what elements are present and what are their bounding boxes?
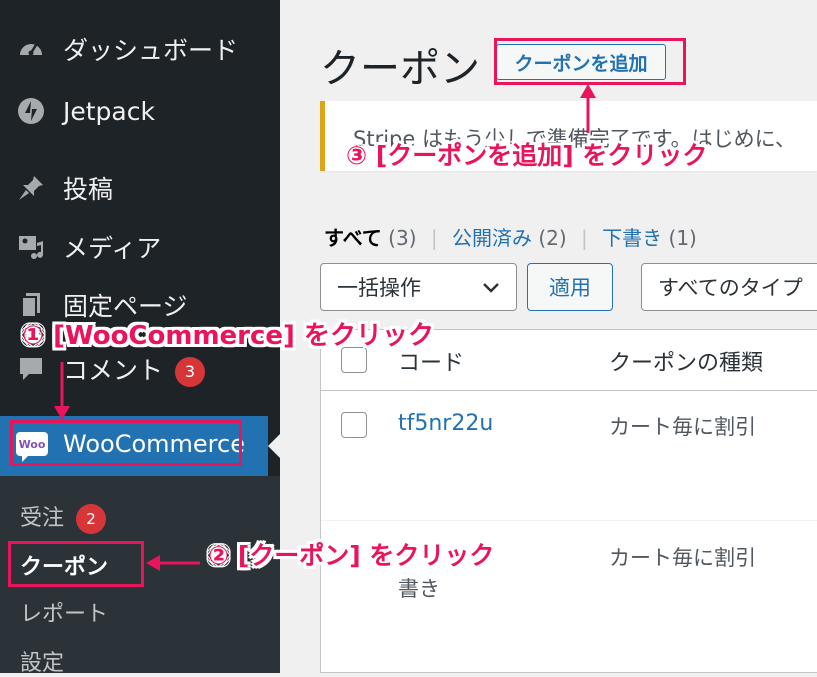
comments-label: コメント <box>63 356 164 385</box>
filter-all-count: (3) <box>388 226 417 250</box>
submenu-item-settings[interactable]: 設定 <box>20 645 64 677</box>
pin-icon <box>16 173 46 203</box>
bulk-action-value: 一括操作 <box>337 276 421 300</box>
row-divider <box>321 520 817 521</box>
menu-item-posts[interactable]: 投稿 <box>0 161 280 215</box>
chevron-down-icon <box>483 283 499 293</box>
menu-label: 投稿 <box>63 175 114 204</box>
orders-count-badge: 2 <box>76 504 107 534</box>
coupon-type-select[interactable]: すべてのタイプ <box>641 263 817 311</box>
menu-label: ダッシュボード <box>63 36 239 65</box>
filter-separator: | <box>430 226 438 250</box>
submenu-item-orders[interactable]: 受注 2 <box>20 500 107 534</box>
coupon-table: コード クーポンの種類 tf5nr22u カート毎に割引 s 書き カート毎に割… <box>320 329 817 673</box>
menu-label: メディア <box>63 234 162 263</box>
coupon-type-value: すべてのタイプ <box>658 276 803 300</box>
coupon-type-cell: カート毎に割引 <box>609 546 756 570</box>
filter-separator: | <box>581 226 588 250</box>
submenu-item-reports[interactable]: レポート <box>20 596 108 628</box>
coupon-code-link[interactable]: tf5nr22u <box>398 411 493 436</box>
filter-draft[interactable]: 下書き <box>602 226 662 250</box>
menu-item-media[interactable]: メディア <box>0 220 280 274</box>
status-filters: すべて (3) | 公開済み (2) | 下書き (1) <box>324 222 697 251</box>
jetpack-icon <box>16 96 46 126</box>
highlight-add-coupon <box>494 38 686 85</box>
dashboard-icon <box>16 34 46 64</box>
menu-item-dashboard[interactable]: ダッシュボード <box>0 22 280 76</box>
apply-button[interactable]: 適用 <box>527 263 613 311</box>
filter-all[interactable]: すべて <box>324 226 382 250</box>
menu-label: Jetpack <box>63 96 155 126</box>
highlight-woocommerce <box>10 420 242 466</box>
orders-label: 受注 <box>20 506 65 531</box>
filter-published[interactable]: 公開済み <box>452 226 532 250</box>
menu-item-jetpack[interactable]: Jetpack <box>0 84 280 138</box>
filter-draft-count: (1) <box>668 226 697 250</box>
annotation-step2: ② [クーポン] をクリック <box>208 541 495 570</box>
comment-icon <box>16 354 46 384</box>
coupon-type-cell: カート毎に割引 <box>609 415 756 439</box>
column-header-type[interactable]: クーポンの種類 <box>609 345 763 377</box>
media-icon <box>16 232 46 262</box>
comments-count-badge: 3 <box>175 357 206 387</box>
annotation-step3: ③ [クーポンを追加] をクリック <box>346 141 708 170</box>
annotation-step1: ① [WooCommerce] をクリック <box>22 321 434 351</box>
bulk-action-select[interactable]: 一括操作 <box>320 263 517 311</box>
filter-published-count: (2) <box>538 226 567 250</box>
coupon-status-text: 書き <box>398 577 440 601</box>
highlight-coupons <box>8 541 144 587</box>
menu-label: コメント 3 <box>63 351 206 387</box>
row-checkbox[interactable] <box>341 412 367 438</box>
page-title: クーポン <box>320 46 480 92</box>
